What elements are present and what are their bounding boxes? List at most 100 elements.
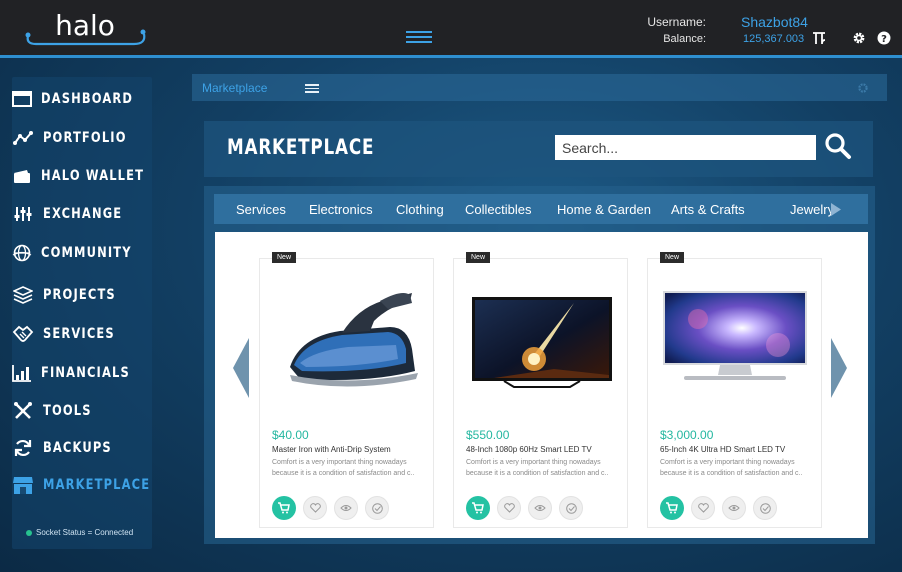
eye-icon [340,505,352,511]
sidebar-item-label: EXCHANGE [43,206,123,222]
logo-text: halo [55,10,115,42]
check-icon [565,502,577,514]
sidebar-item-backups[interactable]: BACKUPS [12,435,148,461]
sidebar-item-label: HALO WALLET [41,168,145,184]
categories-next-icon[interactable] [830,203,842,216]
panel-menu-button[interactable] [305,84,319,93]
search-input[interactable] [555,135,816,160]
panel-gear-icon[interactable] [857,82,869,94]
wallet-icon [12,166,32,186]
product-actions [272,496,389,520]
store-icon [12,475,34,495]
product-description: Comfort is a very important thing nowada… [466,459,609,477]
heart-icon [503,503,515,513]
product-name[interactable]: Master Iron with Anti-Drip System [272,445,391,454]
portfolio-icon [12,128,34,148]
product-actions [660,496,777,520]
favorite-button[interactable] [691,496,715,520]
add-to-cart-button[interactable] [272,496,296,520]
sidebar-item-services[interactable]: SERVICES [12,321,148,347]
tab-electronics[interactable]: Electronics [309,202,373,217]
product-image-steam-iron [290,293,418,387]
main-menu-button[interactable] [406,31,432,45]
check-icon [759,502,771,514]
product-card[interactable]: New $550.00 48-Inch 1080p 60Hz Smart LED… [453,252,628,528]
sidebar-item-community[interactable]: COMMUNITY [12,240,148,266]
sidebar-item-label: DASHBOARD [41,91,134,107]
carousel-prev-icon[interactable] [232,338,250,398]
search-icon[interactable] [824,132,852,160]
hamburger-icon-line [305,84,319,86]
halo-logo[interactable]: halo [22,10,148,48]
product-card[interactable]: New $40.00 Master Iron with Anti-Drip Sy… [259,252,434,528]
tools-icon [12,401,34,421]
tab-services[interactable]: Services [236,202,286,217]
tab-home-garden[interactable]: Home & Garden [557,202,651,217]
compare-button[interactable] [753,496,777,520]
panel-topbar: Marketplace [192,74,887,101]
breadcrumb[interactable]: Marketplace [202,81,267,95]
gear-icon[interactable] [852,31,866,45]
hamburger-icon-line [305,87,319,90]
tab-arts-crafts[interactable]: Arts & Crafts [671,202,745,217]
sidebar-item-label: PROJECTS [43,287,116,303]
cart-icon [666,502,678,514]
favorite-button[interactable] [303,496,327,520]
product-image-led-tv [472,297,612,388]
product-card[interactable]: New $3,000.00 65-Inch 4K Ultra HD Smart … [647,252,822,528]
sidebar-item-label: SERVICES [43,326,115,342]
sidebar-item-financials[interactable]: FINANCIALS [12,360,148,386]
halo-coin-icon [813,32,826,45]
sidebar-item-portfolio[interactable]: PORTFOLIO [12,125,148,151]
exchange-icon [12,204,34,224]
product-name[interactable]: 65-Inch 4K Ultra HD Smart LED TV [660,445,785,454]
sidebar-item-label: FINANCIALS [41,365,130,381]
new-badge: New [660,252,685,263]
compare-button[interactable] [365,496,389,520]
eye-icon [534,505,546,511]
carousel-next-icon[interactable] [830,338,848,398]
sidebar-item-label: PORTFOLIO [43,130,127,146]
product-price: $550.00 [466,428,510,442]
cart-icon [278,502,290,514]
status-dot-icon [26,529,32,536]
tab-jewelry[interactable]: Jewelry [790,202,834,217]
sidebar-item-label: BACKUPS [43,440,112,456]
heart-icon [309,503,321,513]
product-actions [466,496,583,520]
balance-label: Balance: [663,33,706,45]
tab-clothing[interactable]: Clothing [396,202,444,217]
sidebar-item-exchange[interactable]: EXCHANGE [12,201,148,227]
sidebar-item-dashboard[interactable]: DASHBOARD [12,86,148,112]
product-description: Comfort is a very important thing nowada… [272,459,415,477]
quick-view-button[interactable] [528,496,552,520]
quick-view-button[interactable] [334,496,358,520]
handshake-icon [12,324,34,344]
refresh-icon [12,438,34,458]
sidebar-item-tools[interactable]: TOOLS [12,398,148,424]
help-icon[interactable]: ? [877,31,891,45]
sidebar-item-projects[interactable]: PROJECTS [12,282,148,308]
compare-button[interactable] [559,496,583,520]
balance-value: 125,367.003 [743,33,805,45]
hamburger-icon-line [305,91,319,93]
sidebar-item-marketplace[interactable]: MARKETPLACE [12,472,149,498]
sidebar-item-halo-wallet[interactable]: HALO WALLET [12,163,148,189]
hamburger-icon-line [406,41,432,43]
quick-view-button[interactable] [722,496,746,520]
new-badge: New [466,252,491,263]
top-header: halo Username: Shazbot84 Balance: 125,36… [0,0,902,58]
tab-collectibles[interactable]: Collectibles [465,202,531,217]
product-price: $40.00 [272,428,309,442]
username-value[interactable]: Shazbot84 [741,14,808,30]
cart-icon [472,502,484,514]
check-icon [371,502,383,514]
favorite-button[interactable] [497,496,521,520]
add-to-cart-button[interactable] [660,496,684,520]
category-tabs: Services Electronics Clothing Collectibl… [214,194,868,224]
username-label: Username: [647,15,706,29]
heart-icon [697,503,709,513]
product-name[interactable]: 48-Inch 1080p 60Hz Smart LED TV [466,445,592,454]
new-badge: New [272,252,297,263]
add-to-cart-button[interactable] [466,496,490,520]
